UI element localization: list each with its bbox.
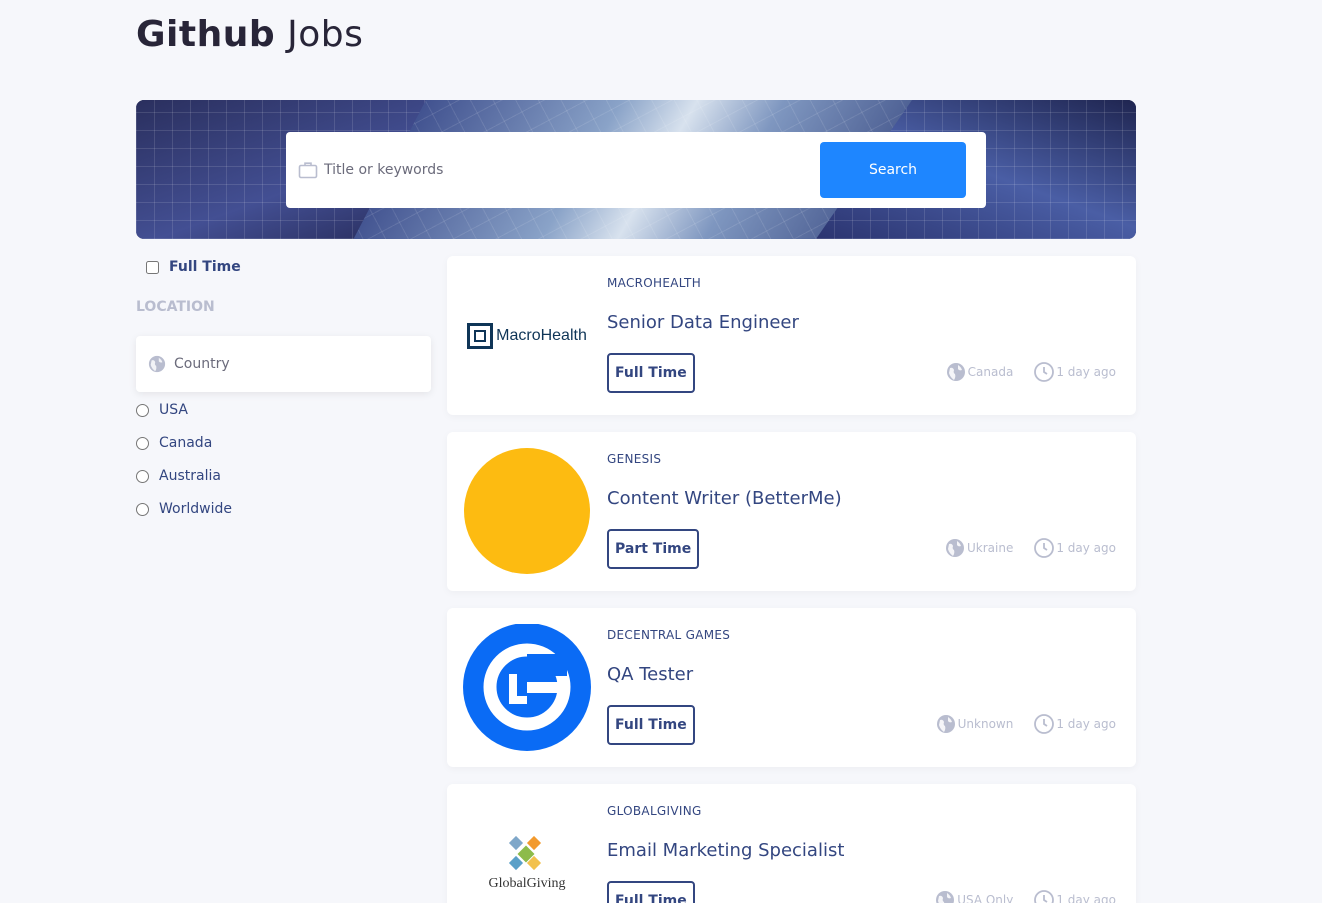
job-card[interactable]: GlobalGiving GLOBALGIVING Email Marketin… [447,784,1136,903]
location-option-worldwide[interactable]: Worldwide [136,501,232,517]
globe-icon [936,891,955,903]
briefcase-icon [298,162,318,179]
job-title[interactable]: Content Writer (BetterMe) [607,488,842,509]
job-type-badge: Full Time [607,705,695,745]
globalgiving-logo-mark [508,835,542,870]
globe-icon [936,715,955,733]
app-title-bold: Github [136,14,276,55]
country-search-box [136,336,431,392]
job-meta: Canada 1 day ago [925,361,1116,383]
job-posted-time: 1 day ago [1056,893,1116,903]
job-card[interactable]: MacroHealth MACROHEALTH Senior Data Engi… [447,256,1136,415]
full-time-filter[interactable]: Full Time [146,259,241,275]
clock-icon [1034,538,1055,558]
clock-icon [1034,890,1055,903]
search-button[interactable]: Search [820,142,966,198]
radio-worldwide[interactable] [136,502,149,516]
app-title: Github Jobs [136,14,363,55]
company-name: GLOBALGIVING [607,804,702,818]
company-logo [463,624,591,751]
job-type-badge: Part Time [607,529,700,569]
job-title[interactable]: QA Tester [607,664,693,685]
location-option-usa[interactable]: USA [136,402,188,418]
company-logo-text: GlobalGiving [488,875,566,891]
job-location: Ukraine [967,541,1014,555]
company-name: GENESIS [607,452,662,466]
location-title: LOCATION [136,299,215,315]
radio-canada[interactable] [136,436,149,450]
radio-usa[interactable] [136,403,149,417]
company-logo: GlobalGiving [463,800,591,903]
job-meta: Ukraine 1 day ago [924,537,1116,559]
company-name: MACROHEALTH [607,276,702,290]
job-posted-time: 1 day ago [1056,717,1116,731]
search-input[interactable] [324,154,804,186]
company-logo: MacroHealth [463,272,591,399]
location-option-label: Australia [159,468,221,484]
country-input[interactable] [174,350,414,378]
job-posted-time: 1 day ago [1056,541,1116,555]
job-card[interactable]: GENESIS Content Writer (BetterMe) Part T… [447,432,1136,591]
company-logo [463,448,591,575]
job-type-badge: Full Time [607,881,695,903]
globe-icon [148,355,166,373]
location-option-canada[interactable]: Canada [136,435,212,451]
job-title[interactable]: Email Marketing Specialist [607,840,844,861]
globe-icon [946,363,965,381]
company-name: DECENTRAL GAMES [607,628,731,642]
location-option-label: Worldwide [159,501,232,517]
location-option-australia[interactable]: Australia [136,468,221,484]
job-location: Canada [967,365,1014,379]
globe-icon [946,539,964,557]
full-time-checkbox[interactable] [146,260,159,274]
app-title-light: Jobs [287,14,364,55]
clock-icon [1034,362,1055,382]
job-title[interactable]: Senior Data Engineer [607,312,799,333]
hero-banner: Search [136,100,1136,239]
radio-australia[interactable] [136,469,149,483]
job-meta: Unknown 1 day ago [915,713,1116,735]
clock-icon [1034,714,1055,734]
decentral-games-logo [463,624,591,751]
job-location: Unknown [957,717,1014,731]
genesis-logo [464,448,590,574]
search-box: Search [286,132,986,208]
location-option-label: Canada [159,435,213,451]
job-type-badge: Full Time [607,353,695,393]
company-logo-text: MacroHealth [496,326,587,344]
job-location: USA Only [957,893,1014,903]
page: Github Jobs Search Full Time LOCATION [136,0,1136,903]
location-option-label: USA [159,402,188,418]
full-time-label: Full Time [169,259,241,275]
job-card[interactable]: DECENTRAL GAMES QA Tester Full Time Unkn… [447,608,1136,767]
job-meta: USA Only 1 day ago [914,889,1116,903]
job-posted-time: 1 day ago [1056,365,1116,379]
